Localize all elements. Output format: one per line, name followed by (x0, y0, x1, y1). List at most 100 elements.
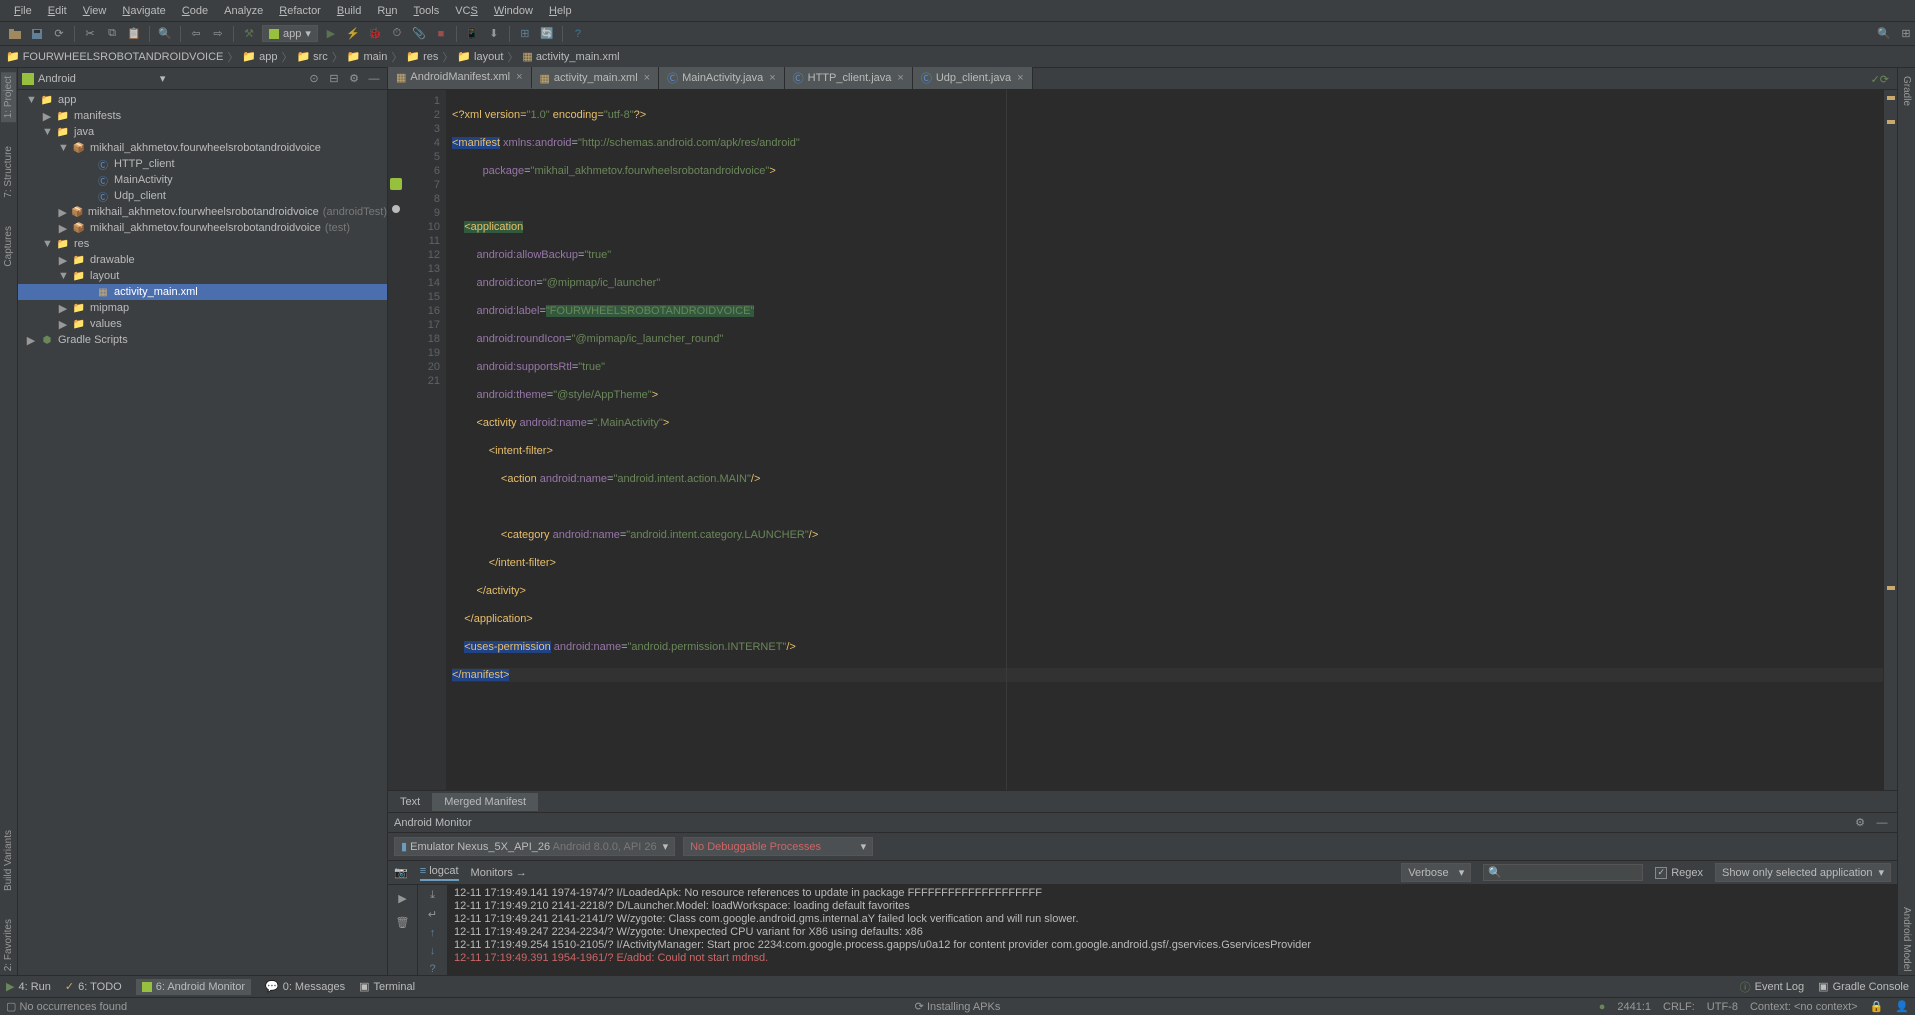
bottom-monitor[interactable]: 6: Android Monitor (136, 979, 251, 995)
tab-manifest[interactable]: ▦AndroidManifest.xml× (388, 67, 532, 89)
run-icon[interactable]: ▶ (322, 25, 340, 43)
search-everywhere-icon[interactable]: 🔍 (1875, 25, 1893, 43)
tab-build-variants[interactable]: Build Variants (1, 826, 16, 895)
debug-icon[interactable]: 🐞 (366, 25, 384, 43)
menu-refactor[interactable]: Refactor (271, 3, 329, 19)
copy-icon[interactable]: ⧉ (103, 25, 121, 43)
monitors-tab[interactable]: Monitors → (471, 867, 527, 879)
menu-view[interactable]: View (75, 3, 115, 19)
hide-icon[interactable]: — (1873, 814, 1891, 832)
scroll-from-source-icon[interactable]: ⊙ (305, 70, 323, 88)
build-icon[interactable]: ⚒ (240, 25, 258, 43)
tree-pkg-main[interactable]: ▼📦mikhail_akhmetov.fourwheelsrobotandroi… (18, 140, 387, 156)
tree-pkg-androidtest[interactable]: ▶📦mikhail_akhmetov.fourwheelsrobotandroi… (18, 204, 387, 220)
menu-run[interactable]: Run (369, 3, 405, 19)
tab-favorites[interactable]: 2: Favorites (1, 915, 16, 975)
menu-help[interactable]: Help (541, 3, 580, 19)
log-search-input[interactable]: 🔍 (1483, 864, 1643, 881)
menu-edit[interactable]: Edit (40, 3, 75, 19)
avd-icon[interactable]: 📱 (463, 25, 481, 43)
tree-mainactivity[interactable]: ⒸMainActivity (18, 172, 387, 188)
tree-mipmap[interactable]: ▶📁mipmap (18, 300, 387, 316)
project-structure-icon[interactable]: ⊞ (516, 25, 534, 43)
tree-gradle-scripts[interactable]: ▶⬢Gradle Scripts (18, 332, 387, 348)
android-gutter-icon[interactable] (390, 178, 402, 190)
bc-main[interactable]: 📁main (347, 50, 388, 63)
attach-icon[interactable]: 📎 (410, 25, 428, 43)
tree-manifests[interactable]: ▶📁manifests (18, 108, 387, 124)
settings-gear-icon[interactable]: ⚙ (345, 70, 363, 88)
forward-icon[interactable]: ⇨ (209, 25, 227, 43)
log-output[interactable]: 12-11 17:19:49.141 1974-1974/? I/LoadedA… (448, 885, 1897, 975)
file-encoding[interactable]: UTF-8 (1707, 1001, 1738, 1013)
profile-icon[interactable]: ⏱ (388, 25, 406, 43)
close-icon[interactable]: × (516, 71, 522, 83)
up-icon[interactable]: ↑ (424, 927, 442, 939)
hide-icon[interactable]: — (365, 70, 383, 88)
paste-icon[interactable]: 📋 (125, 25, 143, 43)
close-icon[interactable]: × (769, 72, 775, 84)
menu-code[interactable]: Code (174, 3, 216, 19)
circle-gutter-icon[interactable] (391, 204, 401, 214)
menu-vcs[interactable]: VCS (447, 3, 486, 19)
regex-checkbox[interactable]: ✓Regex (1655, 867, 1703, 879)
sub-tab-text[interactable]: Text (388, 793, 432, 811)
menu-tools[interactable]: Tools (406, 3, 448, 19)
inspector-icon[interactable]: 👤 (1895, 1000, 1909, 1013)
bottom-todo[interactable]: ✓6: TODO (65, 980, 122, 993)
bc-res[interactable]: 📁res (406, 50, 438, 63)
settings-icon[interactable]: ⊞ (1897, 25, 1915, 43)
device-selector[interactable]: ▮ Emulator Nexus_5X_API_26 Android 8.0.0… (394, 837, 675, 856)
bc-root[interactable]: 📁FOURWHEELSROBOTANDROIDVOICE (6, 50, 223, 63)
tab-activity-main[interactable]: ▦activity_main.xml× (532, 67, 660, 89)
sub-tab-merged[interactable]: Merged Manifest (432, 793, 538, 811)
tree-app[interactable]: ▼📁app (18, 92, 387, 108)
tab-http-client[interactable]: ⒸHTTP_client.java× (785, 67, 913, 89)
scroll-end-icon[interactable]: ⤓ (424, 889, 442, 902)
editor-marker-bar[interactable] (1883, 90, 1897, 790)
tree-layout[interactable]: ▼📁layout (18, 268, 387, 284)
code-editor[interactable]: <?xml version="1.0" encoding="utf-8"?> <… (446, 90, 1883, 790)
menu-window[interactable]: Window (486, 3, 541, 19)
filter-selector[interactable]: Show only selected application▾ (1715, 863, 1891, 882)
restart-icon[interactable]: ? (424, 963, 442, 975)
find-icon[interactable]: 🔍 (156, 25, 174, 43)
project-view-selector[interactable]: Android (38, 73, 76, 85)
tree-values[interactable]: ▶📁values (18, 316, 387, 332)
bottom-terminal[interactable]: ▣Terminal (359, 980, 415, 993)
tree-res[interactable]: ▼📁res (18, 236, 387, 252)
save-icon[interactable] (28, 25, 46, 43)
tab-gradle[interactable]: Gradle (1899, 72, 1914, 110)
open-icon[interactable] (6, 25, 24, 43)
soft-wrap-icon[interactable]: ↵ (424, 908, 442, 921)
back-icon[interactable]: ⇦ (187, 25, 205, 43)
bottom-messages[interactable]: 💬0: Messages (265, 980, 345, 993)
menu-file[interactable]: File (6, 3, 40, 19)
menu-build[interactable]: Build (329, 3, 369, 19)
tab-structure[interactable]: 7: Structure (1, 142, 16, 202)
tab-captures[interactable]: Captures (1, 222, 16, 271)
tree-java[interactable]: ▼📁java (18, 124, 387, 140)
tree-http[interactable]: ⒸHTTP_client (18, 156, 387, 172)
close-icon[interactable]: × (1017, 72, 1023, 84)
stop-icon[interactable]: ■ (432, 25, 450, 43)
help-icon[interactable]: ? (569, 25, 587, 43)
record-icon[interactable]: ▶ (394, 889, 412, 907)
bc-layout[interactable]: 📁layout (457, 50, 503, 63)
bc-file[interactable]: ▦activity_main.xml (522, 50, 619, 63)
tree-drawable[interactable]: ▶📁drawable (18, 252, 387, 268)
cut-icon[interactable]: ✂ (81, 25, 99, 43)
camera-icon[interactable]: 📷 (394, 866, 408, 879)
sync-icon[interactable]: ⟳ (50, 25, 68, 43)
gear-icon[interactable]: ⚙ (1851, 814, 1869, 832)
run-config-selector[interactable]: app ▾ (262, 25, 318, 42)
clear-icon[interactable]: 🗑 (394, 913, 412, 931)
apply-changes-icon[interactable]: ⚡ (344, 25, 362, 43)
lock-icon[interactable]: 🔒 (1870, 1000, 1884, 1013)
bottom-gradle-console[interactable]: ▣Gradle Console (1818, 980, 1909, 993)
tab-mainactivity[interactable]: ⒸMainActivity.java× (659, 67, 785, 89)
sdk-icon[interactable]: ⬇ (485, 25, 503, 43)
menu-navigate[interactable]: Navigate (114, 3, 173, 19)
bc-app[interactable]: 📁app (242, 50, 277, 63)
context-info[interactable]: Context: <no context> (1750, 1001, 1858, 1013)
